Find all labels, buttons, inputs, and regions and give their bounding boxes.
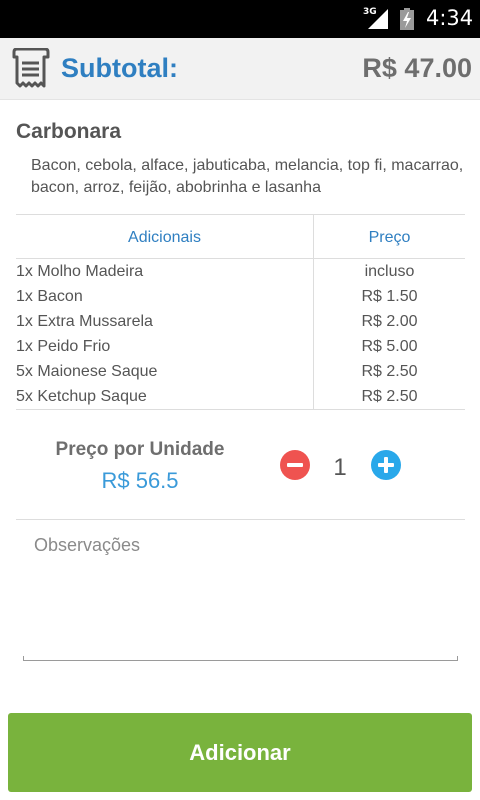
unit-price-value: R$ 56.5 <box>101 468 179 493</box>
subtotal-label: Subtotal: <box>61 53 178 83</box>
extra-name: 1x Peido Frio <box>16 338 111 355</box>
table-row: 5x Ketchup Saque R$ 2.50 <box>16 385 465 410</box>
observations-underline-left <box>23 656 24 661</box>
extra-name: 1x Molho Madeira <box>16 263 144 280</box>
battery-charging-icon <box>400 8 414 30</box>
column-header-price: Preço <box>368 229 411 246</box>
item-description: Bacon, cebola, alface, jabuticaba, melan… <box>31 157 464 196</box>
quantity-value: 1 <box>333 454 347 481</box>
extra-name: 5x Maionese Saque <box>16 363 158 380</box>
extra-name: 5x Ketchup Saque <box>16 388 147 405</box>
subtotal-header: Subtotal: R$ 47.00 <box>0 38 480 100</box>
table-row: 5x Maionese Saque R$ 2.50 <box>16 360 465 385</box>
section-divider <box>16 519 465 520</box>
item-name: Carbonara <box>16 120 122 143</box>
clock: 4:34 <box>426 6 474 30</box>
extra-price: R$ 1.50 <box>361 288 418 305</box>
table-row: 1x Bacon R$ 1.50 <box>16 285 465 310</box>
table-row: 1x Molho Madeira incluso <box>16 260 465 285</box>
minus-circle-icon <box>287 463 303 467</box>
column-header-extras: Adicionais <box>128 229 201 246</box>
extra-price: incluso <box>364 263 415 280</box>
increase-quantity-button[interactable] <box>371 450 401 480</box>
decrease-quantity-button[interactable] <box>280 450 310 480</box>
signal-icon <box>368 9 388 29</box>
extra-price: R$ 2.50 <box>361 363 418 380</box>
extras-table: Adicionais Preço 1x Molho Madeira inclus… <box>16 214 465 410</box>
table-row: 1x Peido Frio R$ 5.00 <box>16 335 465 360</box>
observations-underline-right <box>457 656 458 661</box>
status-bar: 3G 4:34 <box>0 0 480 38</box>
extra-name: 1x Extra Mussarela <box>16 313 153 330</box>
observations-field[interactable] <box>23 530 458 662</box>
subtotal-value: R$ 47.00 <box>362 53 472 83</box>
extra-name: 1x Bacon <box>16 288 83 305</box>
unit-price-label: Preço por Unidade <box>55 439 225 460</box>
table-row: 1x Extra Mussarela R$ 2.00 <box>16 310 465 335</box>
add-button[interactable]: Adicionar <box>8 713 472 792</box>
table-header-divider <box>16 258 465 259</box>
receipt-icon <box>12 48 50 88</box>
observations-underline <box>23 660 458 661</box>
extra-price: R$ 5.00 <box>361 338 418 355</box>
extra-price: R$ 2.50 <box>361 388 418 405</box>
extra-price: R$ 2.00 <box>361 313 418 330</box>
